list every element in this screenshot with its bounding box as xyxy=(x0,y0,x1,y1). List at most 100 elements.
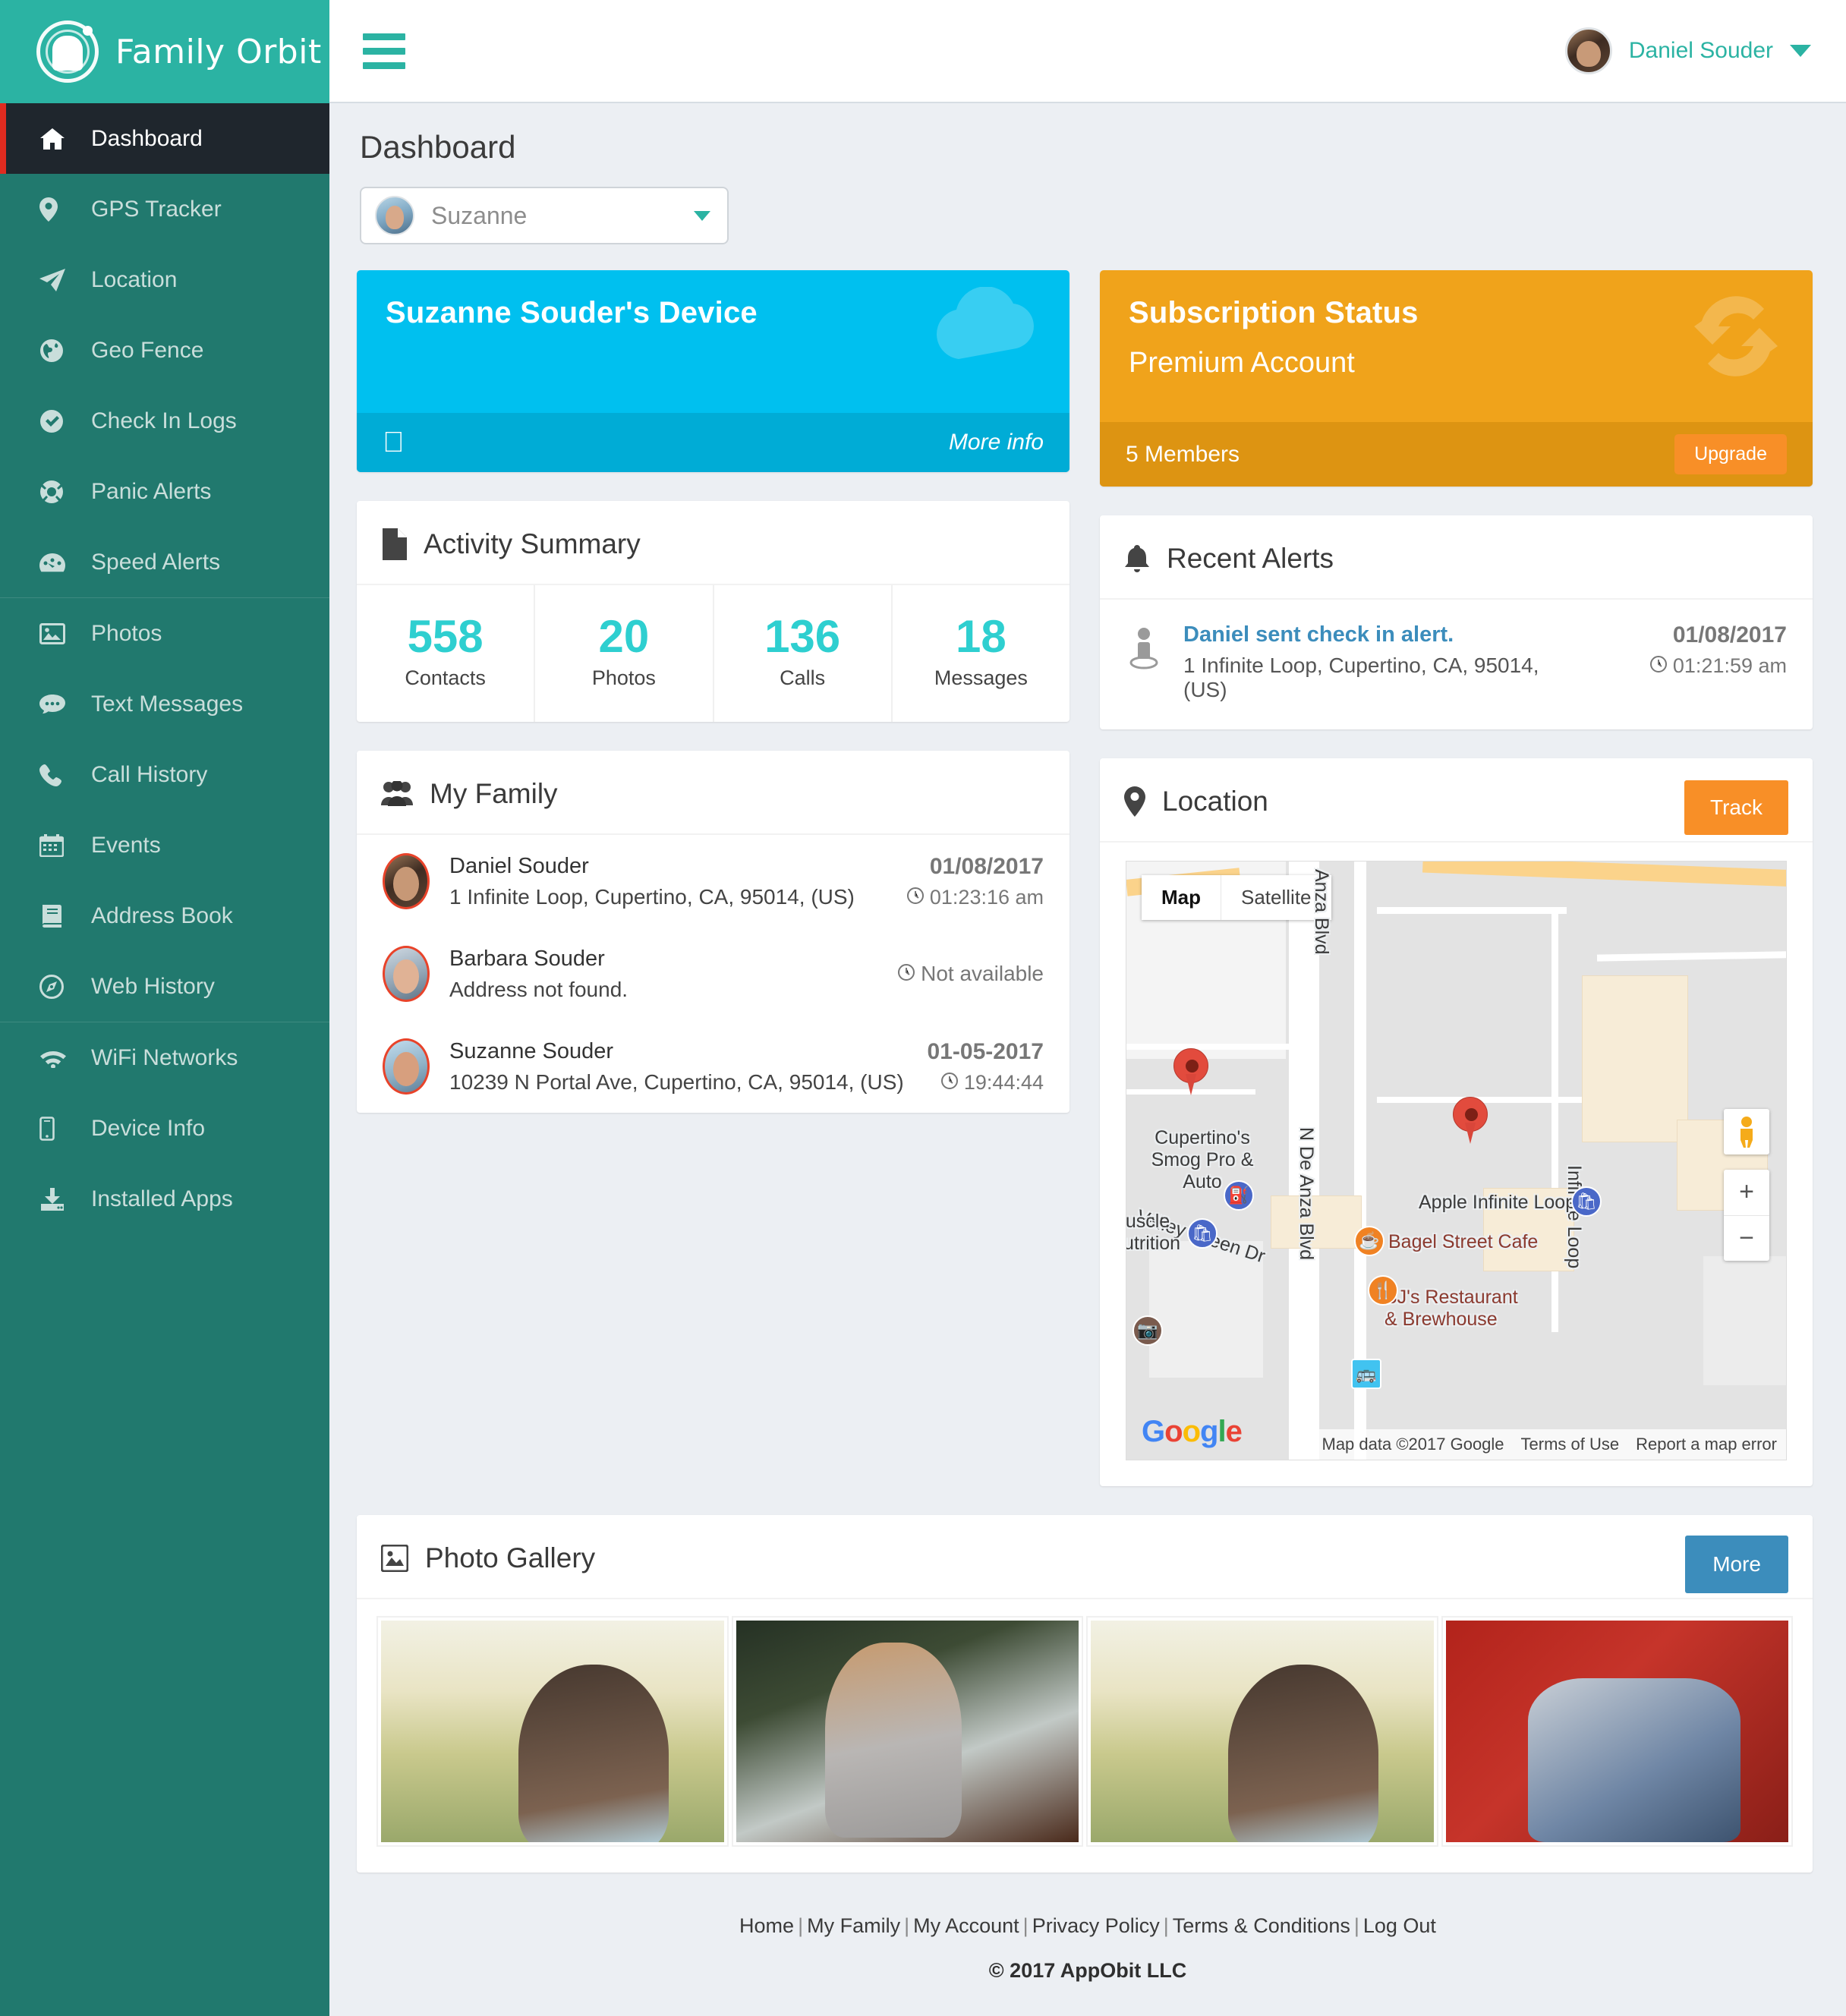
family-member-row[interactable]: Suzanne Souder10239 N Portal Ave, Cupert… xyxy=(357,1020,1069,1113)
photo-gallery-panel: Photo Gallery More xyxy=(357,1515,1813,1873)
device-card: Suzanne Souder's Device  More info xyxy=(357,270,1069,472)
zoom-in-button[interactable]: + xyxy=(1724,1170,1769,1216)
sidebar-item-label: WiFi Networks xyxy=(91,1045,238,1071)
file-icon xyxy=(381,528,407,560)
footer-link-terms-and-conditions[interactable]: Terms & Conditions xyxy=(1173,1914,1350,1937)
avatar xyxy=(383,946,430,1002)
footer-link-log-out[interactable]: Log Out xyxy=(1363,1914,1436,1937)
footer-link-my-family[interactable]: My Family xyxy=(807,1914,900,1937)
sidebar-item-geo-fence[interactable]: Geo Fence xyxy=(0,315,329,386)
alert-date: 01/08/2017 xyxy=(1597,622,1787,648)
footer-separator: | xyxy=(1023,1914,1029,1937)
family-date: 01-05-2017 xyxy=(928,1039,1044,1065)
sidebar-item-dashboard[interactable]: Dashboard xyxy=(0,103,329,174)
user-menu[interactable]: Daniel Souder xyxy=(1565,27,1811,74)
gas-station-poi-icon[interactable]: ⛽ xyxy=(1224,1180,1254,1211)
sidebar: Family Orbit DashboardGPS TrackerLocatio… xyxy=(0,0,329,2016)
gallery-photo[interactable] xyxy=(732,1616,1084,1847)
gallery-photo[interactable] xyxy=(1086,1616,1438,1847)
photo-thumbnail xyxy=(1091,1621,1434,1842)
phone-icon xyxy=(39,764,71,786)
child-select[interactable]: Suzanne xyxy=(360,187,729,244)
hamburger-icon[interactable] xyxy=(363,33,405,69)
sidebar-item-location[interactable]: Location xyxy=(0,244,329,315)
image-icon xyxy=(381,1545,408,1572)
transit-poi-icon[interactable]: 🚌 xyxy=(1351,1359,1381,1389)
family-member-info: Daniel Souder1 Infinite Loop, Cupertino,… xyxy=(449,854,887,909)
location-title: Location xyxy=(1162,786,1268,817)
sidebar-item-label: Text Messages xyxy=(91,691,243,717)
sidebar-item-call-history[interactable]: Call History xyxy=(0,739,329,810)
sidebar-item-address-book[interactable]: Address Book xyxy=(0,880,329,951)
map-report-link[interactable]: Report a map error xyxy=(1636,1435,1777,1454)
right-column: Subscription Status Premium Account 5 Me… xyxy=(1100,270,1813,1486)
person-pin-icon xyxy=(1126,622,1162,669)
sidebar-item-web-history[interactable]: Web History xyxy=(0,951,329,1022)
family-member-address: Address not found. xyxy=(449,978,878,1002)
map-terms-link[interactable]: Terms of Use xyxy=(1521,1435,1620,1454)
stat-label: Contacts xyxy=(357,666,534,690)
my-family-title: My Family xyxy=(430,778,558,810)
subscription-card-title: Subscription Status xyxy=(1129,296,1784,330)
museum-poi-icon[interactable]: 📷 xyxy=(1132,1315,1163,1346)
stat-value: 18 xyxy=(893,613,1069,660)
track-button[interactable]: Track xyxy=(1684,780,1788,835)
alert-item[interactable]: Daniel sent check in alert.1 Infinite Lo… xyxy=(1100,600,1813,729)
subscription-card-footer: 5 Members Upgrade xyxy=(1100,422,1813,487)
zoom-out-button[interactable]: − xyxy=(1724,1216,1769,1262)
google-logo: Google xyxy=(1142,1415,1242,1449)
sidebar-item-label: Address Book xyxy=(91,903,233,929)
family-member-address: 10239 N Portal Ave, Cupertino, CA, 95014… xyxy=(449,1070,908,1095)
map-marker[interactable] xyxy=(1173,1048,1208,1095)
brand-name: Family Orbit xyxy=(115,33,322,71)
more-photos-button[interactable]: More xyxy=(1685,1536,1788,1593)
footer-link-home[interactable]: Home xyxy=(739,1914,794,1937)
family-member-row[interactable]: Daniel Souder1 Infinite Loop, Cupertino,… xyxy=(357,835,1069,928)
sidebar-item-wifi-networks[interactable]: WiFi Networks xyxy=(0,1022,329,1093)
map-type-switch[interactable]: Map Satellite xyxy=(1142,875,1331,920)
my-family-header: My Family xyxy=(357,754,1069,835)
gallery-photo[interactable] xyxy=(1441,1616,1794,1847)
store-poi-icon[interactable]: 🛍 xyxy=(1187,1218,1218,1249)
stat-calls: 136Calls xyxy=(714,585,893,722)
sidebar-item-panic-alerts[interactable]: Panic Alerts xyxy=(0,456,329,527)
cards-row: Suzanne Souder's Device  More info xyxy=(357,270,1813,1486)
chevron-down-icon xyxy=(1790,45,1811,57)
sidebar-item-check-in-logs[interactable]: Check In Logs xyxy=(0,386,329,456)
map-marker[interactable] xyxy=(1453,1097,1488,1144)
restaurant-poi-icon[interactable]: 🍴 xyxy=(1368,1275,1398,1306)
zoom-controls[interactable]: + − xyxy=(1724,1170,1769,1261)
google-map[interactable]: Map Satellite Anza Blvd N De Anza Blvd V… xyxy=(1126,861,1787,1460)
family-timestamp: Not available xyxy=(898,962,1044,986)
photo-gallery-header: Photo Gallery More xyxy=(357,1519,1813,1599)
sidebar-item-speed-alerts[interactable]: Speed Alerts xyxy=(0,527,329,597)
sidebar-item-gps-tracker[interactable]: GPS Tracker xyxy=(0,174,329,244)
store-poi-icon[interactable]: 🛍 xyxy=(1571,1186,1602,1217)
location-header: Location Track xyxy=(1100,762,1813,843)
stat-label: Photos xyxy=(535,666,712,690)
photo-thumbnail xyxy=(1446,1621,1789,1842)
sidebar-item-text-messages[interactable]: Text Messages xyxy=(0,669,329,739)
family-member-row[interactable]: Barbara SouderAddress not found. Not ava… xyxy=(357,928,1069,1020)
family-member-info: Suzanne Souder10239 N Portal Ave, Cupert… xyxy=(449,1039,908,1095)
alert-title[interactable]: Daniel sent check in alert. xyxy=(1183,622,1576,647)
pegman-icon[interactable] xyxy=(1724,1109,1769,1154)
sidebar-item-device-info[interactable]: Device Info xyxy=(0,1093,329,1164)
stats-row: 558Contacts20Photos136Calls18Messages xyxy=(357,585,1069,722)
cafe-poi-icon[interactable]: ☕ xyxy=(1354,1226,1384,1256)
family-time: 19:44:44 xyxy=(928,1071,1044,1095)
sidebar-item-photos[interactable]: Photos xyxy=(0,598,329,669)
footer-link-privacy-policy[interactable]: Privacy Policy xyxy=(1032,1914,1160,1937)
sidebar-item-label: Geo Fence xyxy=(91,338,203,364)
brand-logo[interactable]: Family Orbit xyxy=(0,0,329,103)
life-ring-icon xyxy=(39,480,71,504)
gallery-photo[interactable] xyxy=(376,1616,729,1847)
sidebar-item-installed-apps[interactable]: Installed Apps xyxy=(0,1164,329,1234)
upgrade-button[interactable]: Upgrade xyxy=(1674,434,1787,474)
recent-alerts-title: Recent Alerts xyxy=(1167,543,1334,575)
sidebar-item-events[interactable]: Events xyxy=(0,810,329,880)
more-info-link[interactable]: More info xyxy=(949,430,1044,455)
child-avatar xyxy=(375,196,414,235)
map-type-map[interactable]: Map xyxy=(1142,875,1221,920)
footer-link-my-account[interactable]: My Account xyxy=(913,1914,1019,1937)
